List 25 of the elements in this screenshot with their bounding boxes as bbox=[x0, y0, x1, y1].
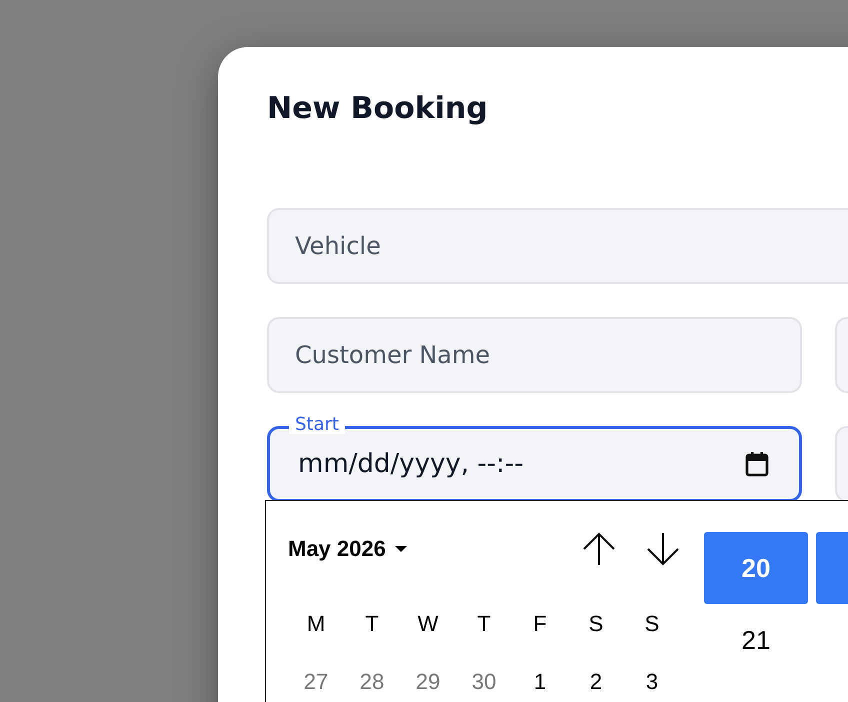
weekday-label: W bbox=[416, 610, 440, 638]
day-cell[interactable]: 30 bbox=[456, 653, 512, 702]
weekday-label: S bbox=[644, 610, 660, 638]
customer-name-field[interactable]: Customer Name bbox=[267, 317, 802, 393]
day-cell[interactable]: 27 bbox=[288, 653, 344, 702]
start-label: Start bbox=[289, 416, 345, 434]
day-cell[interactable]: 2 bbox=[568, 653, 624, 702]
weekday-label: S bbox=[588, 610, 604, 638]
weekday-label: F bbox=[532, 610, 548, 638]
arrow-down-icon[interactable] bbox=[646, 531, 680, 567]
dialog-title: New Booking bbox=[267, 90, 489, 128]
arrow-up-icon[interactable] bbox=[582, 531, 616, 567]
calendar-icon[interactable] bbox=[745, 451, 769, 477]
weekday-label: T bbox=[476, 610, 492, 638]
weekday-label: T bbox=[364, 610, 380, 638]
day-cell[interactable]: 1 bbox=[512, 653, 568, 702]
hour-option[interactable]: 21 bbox=[704, 604, 808, 676]
day-cell[interactable]: 29 bbox=[400, 653, 456, 702]
hour-option[interactable]: 20 bbox=[704, 532, 808, 604]
weekday-label: M bbox=[306, 610, 326, 638]
day-cell[interactable]: 3 bbox=[624, 653, 680, 702]
day-cell[interactable]: 28 bbox=[344, 653, 400, 702]
vehicle-field[interactable]: Vehicle bbox=[267, 208, 848, 284]
month-selector[interactable]: May 2026 bbox=[288, 536, 408, 562]
caret-icon bbox=[394, 545, 408, 553]
